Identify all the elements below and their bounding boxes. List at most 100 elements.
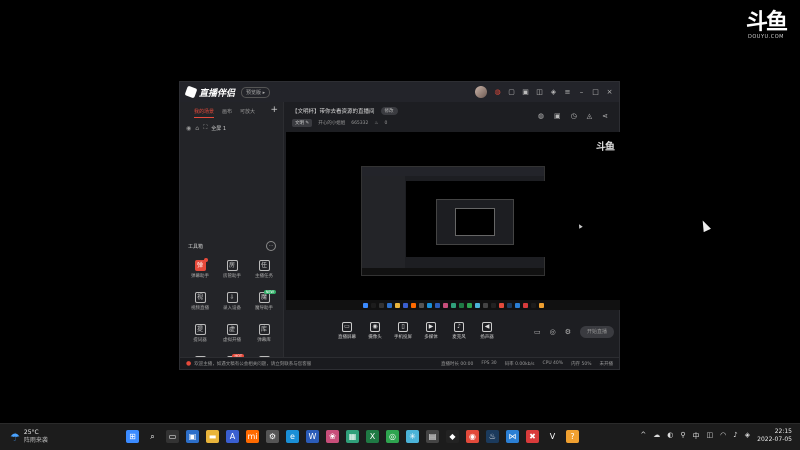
status-stat: FPS 30 xyxy=(481,360,497,366)
tool-label: 弹幕助手 xyxy=(191,274,209,279)
wps-icon[interactable]: ✖ xyxy=(526,430,539,443)
settings-icon[interactable]: ⚙ xyxy=(266,430,279,443)
avatar[interactable] xyxy=(475,86,487,98)
ai-icon[interactable]: A xyxy=(226,430,239,443)
tray-icon[interactable]: 中 xyxy=(693,431,700,441)
nested-preview-level2 xyxy=(436,199,514,245)
controller-icon[interactable]: ◆ xyxy=(446,430,459,443)
tool-item[interactable]: 视视频直播 xyxy=(184,292,216,318)
nested-preview xyxy=(406,181,545,257)
record-icon[interactable]: ◎ xyxy=(550,328,556,336)
source-button[interactable]: ▯ 手机投屏 xyxy=(394,322,412,340)
weather-widget[interactable]: ☂ 25°C 阵雨来袭 xyxy=(10,429,48,445)
tray-icon[interactable]: ◈ xyxy=(745,431,750,441)
excel-icon[interactable]: X xyxy=(366,430,379,443)
douyu-icon[interactable]: V xyxy=(546,430,559,443)
tab-my-scenes[interactable]: 我的场景 xyxy=(194,108,215,118)
gear-icon[interactable]: ⚙ xyxy=(565,328,571,336)
tools-more-button[interactable]: ··· xyxy=(266,241,276,251)
tool-item[interactable]: 虚虚拟开播 xyxy=(216,324,248,350)
tray-icon[interactable]: ⚲ xyxy=(680,431,685,441)
camera-settings-icon[interactable]: ▭ xyxy=(534,328,541,336)
source-button[interactable]: ♪ 麦克风 xyxy=(450,322,468,340)
tool-item[interactable]: 提提词器 xyxy=(184,324,216,350)
clock[interactable]: 22:15 2022-07-05 xyxy=(757,428,792,444)
lottery-icon[interactable]: ◷ xyxy=(571,112,577,120)
add-scene-button[interactable]: + xyxy=(270,105,278,115)
mi-icon[interactable]: mi xyxy=(246,430,259,443)
source-icon: ▯ xyxy=(398,322,408,332)
category-button[interactable]: 文明 ✎ xyxy=(292,119,313,127)
shop-icon[interactable]: ▣ xyxy=(554,112,561,120)
douyu-domain: DOUYU.COM xyxy=(748,34,784,40)
edge-icon[interactable]: e xyxy=(286,430,299,443)
status-notice[interactable]: 欢迎主播，如遇文稿有公会相关问题，请立刻联系与您客服 xyxy=(194,361,311,367)
tool-item[interactable]: 弹弹幕助手 xyxy=(184,258,216,286)
lock-icon[interactable]: ⌂ xyxy=(195,125,199,132)
tool-item[interactable]: ⇩ 录入设备 xyxy=(216,292,248,318)
calc-icon[interactable]: ▤ xyxy=(426,430,439,443)
share-icon[interactable]: ⋖ xyxy=(602,112,608,120)
game-icon[interactable]: ❀ xyxy=(326,430,339,443)
search-icon[interactable]: ⌕ xyxy=(146,430,159,443)
box-icon[interactable]: ▢ xyxy=(508,88,515,96)
bell-icon[interactable]: ◬ xyxy=(587,112,592,120)
maximize-icon[interactable]: □ xyxy=(592,88,599,96)
tray-icon[interactable]: ^ xyxy=(640,431,646,441)
mouse-cursor-icon xyxy=(699,218,711,233)
gift-icon[interactable]: ◍ xyxy=(494,88,501,96)
preview-taskbar-icon xyxy=(394,302,400,308)
gift-box-icon[interactable]: ◍ xyxy=(538,112,544,120)
preview-watermark: 斗鱼 xyxy=(596,142,615,153)
app-icon[interactable]: ✳ xyxy=(406,430,419,443)
word-icon[interactable]: W xyxy=(306,430,319,443)
close-icon[interactable]: × xyxy=(606,88,613,96)
tray-icon[interactable]: ◫ xyxy=(707,431,714,441)
browser-icon[interactable]: ◉ xyxy=(466,430,479,443)
tool-label: 房管助手 xyxy=(223,274,241,279)
tray-icon[interactable]: ☁ xyxy=(653,431,660,441)
eye-icon[interactable]: ◉ xyxy=(186,125,191,132)
menu-icon[interactable]: ≡ xyxy=(564,88,571,96)
skin-icon[interactable]: ◈ xyxy=(550,88,557,96)
stream-preview[interactable]: 斗鱼 xyxy=(286,132,620,310)
source-button[interactable]: ▶ 多媒体 xyxy=(422,322,440,340)
edit-title-button[interactable]: 修改 xyxy=(380,107,398,115)
douyu-watermark: 斗鱼 DOUYU.COM xyxy=(746,12,788,41)
steam-icon[interactable]: ♨ xyxy=(486,430,499,443)
start-icon[interactable]: ⊞ xyxy=(126,430,139,443)
source-button[interactable]: ◉ 摄像头 xyxy=(366,322,384,340)
nested-preview-level3 xyxy=(455,208,495,236)
version-badge[interactable]: 预览版 ▸ xyxy=(241,86,271,98)
taskview-icon[interactable]: ▭ xyxy=(166,430,179,443)
preview-taskbar-icon xyxy=(362,302,368,308)
minimize-icon[interactable]: – xyxy=(578,88,585,96)
tray-icon[interactable]: ◐ xyxy=(667,431,673,441)
preview-cursor-icon xyxy=(577,223,583,229)
preview-taskbar-icon xyxy=(450,302,456,308)
tool-item[interactable]: 魔魔导助手 NEW xyxy=(248,290,280,318)
tool-label: 视频直播 xyxy=(191,306,209,311)
tool-item[interactable]: 库弹幕库 xyxy=(248,324,280,350)
start-live-button[interactable]: 开始直播 xyxy=(580,326,614,338)
photo2-icon[interactable]: ▦ xyxy=(346,430,359,443)
scene-item[interactable]: ◉ ⌂ ⛶ 全屏 1 xyxy=(180,118,283,138)
tab-zoom[interactable]: 可放大 xyxy=(240,108,255,118)
tool-icon: 虚 xyxy=(226,324,238,335)
tool-item[interactable]: 房房管助手 xyxy=(216,260,248,286)
left-panel: 我的场景 画布 可放大 + ◉ ⌂ ⛶ 全屏 1 工具箱 ··· 弹弹幕助手房房… xyxy=(180,102,284,367)
preview-taskbar-icon xyxy=(466,302,472,308)
douyu-companion-icon[interactable]: ? xyxy=(566,430,579,443)
chart-icon[interactable]: ◫ xyxy=(536,88,543,96)
explorer-icon[interactable]: ▬ xyxy=(206,430,219,443)
tab-canvas[interactable]: 画布 xyxy=(222,108,232,118)
chrome-icon[interactable]: ◎ xyxy=(386,430,399,443)
source-button[interactable]: ◀ 扬声器 xyxy=(478,322,496,340)
tray-icon[interactable]: ◠ xyxy=(720,431,726,441)
vscode-icon[interactable]: ⋈ xyxy=(506,430,519,443)
bag-icon[interactable]: ▣ xyxy=(522,88,529,96)
tray-icon[interactable]: ♪ xyxy=(733,431,737,441)
source-button[interactable]: ▭ 直播屏幕 xyxy=(338,322,356,340)
tool-item[interactable]: 任主播任务 xyxy=(248,260,280,286)
photos-icon[interactable]: ▣ xyxy=(186,430,199,443)
